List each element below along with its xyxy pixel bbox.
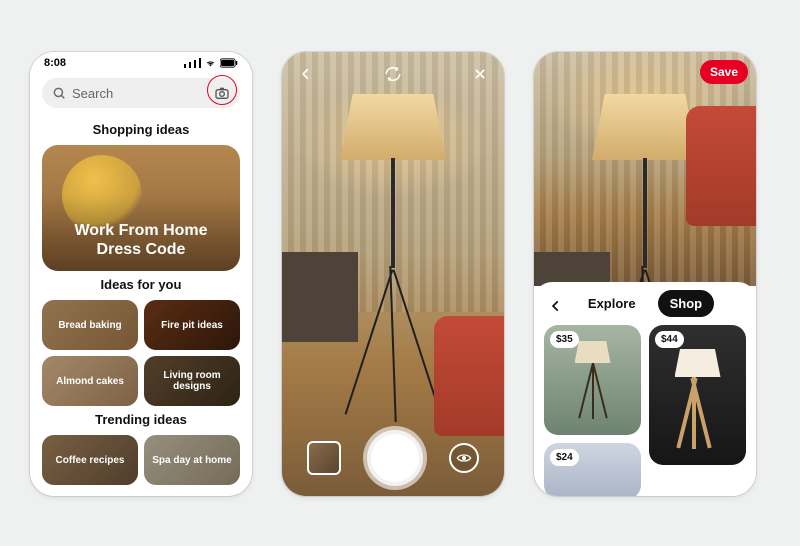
tab-shop[interactable]: Shop <box>658 290 715 317</box>
gallery-thumbnail[interactable] <box>307 441 341 475</box>
tile-label: Coffee recipes <box>52 455 129 466</box>
section-heading-shopping: Shopping ideas <box>42 122 240 137</box>
chevron-left-icon <box>549 299 563 313</box>
battery-icon <box>220 58 238 68</box>
close-icon <box>473 67 487 81</box>
lens-camera-button[interactable] <box>212 83 232 103</box>
search-input[interactable]: Search <box>72 86 206 101</box>
tile-label: Spa day at home <box>148 455 235 466</box>
price-badge: $24 <box>550 449 579 466</box>
price-badge: $44 <box>655 331 684 348</box>
idea-tile-living[interactable]: Living room designs <box>144 356 240 406</box>
tile-label: Almond cakes <box>52 376 128 387</box>
tile-label: Living room designs <box>144 370 240 392</box>
camera-icon <box>214 85 230 101</box>
search-bar[interactable]: Search <box>42 78 240 108</box>
lens-mode-button[interactable] <box>449 443 479 473</box>
hero-title: Work From Home Dress Code <box>54 222 228 259</box>
camera-top-bar <box>282 60 504 88</box>
screen-camera <box>282 52 504 496</box>
status-bar: 8:08 <box>30 52 252 74</box>
home-feed[interactable]: Shopping ideas Work From Home Dress Code… <box>30 116 252 494</box>
result-hero-image <box>534 52 756 286</box>
chevron-left-icon <box>299 67 313 81</box>
flip-camera-icon <box>384 65 402 83</box>
save-button[interactable]: Save <box>700 60 748 84</box>
status-icons <box>184 58 238 68</box>
shopping-hero-card[interactable]: Work From Home Dress Code <box>42 145 240 271</box>
section-heading-ideas: Ideas for you <box>42 277 240 292</box>
trend-tile-coffee[interactable]: Coffee recipes <box>42 435 138 485</box>
screen-home: 8:08 Search Shopping ideas Work From Hom… <box>30 52 252 496</box>
sheet-back-button[interactable] <box>544 294 568 318</box>
results-sheet[interactable]: Explore Shop $35 $44 $24 <box>534 282 756 496</box>
idea-tile-fire[interactable]: Fire pit ideas <box>144 300 240 350</box>
status-time: 8:08 <box>44 57 66 69</box>
idea-tile-bread[interactable]: Bread baking <box>42 300 138 350</box>
back-button[interactable] <box>292 60 320 88</box>
results-grid[interactable]: $35 $44 $24 <box>544 325 746 496</box>
segmented-control: Explore Shop <box>544 290 746 317</box>
section-heading-trending: Trending ideas <box>42 412 240 427</box>
camera-bottom-bar <box>282 430 504 486</box>
tile-label: Fire pit ideas <box>157 320 227 331</box>
search-icon <box>52 86 66 100</box>
wifi-icon <box>204 58 217 68</box>
price-badge: $35 <box>550 331 579 348</box>
result-tile[interactable]: $44 <box>649 325 746 465</box>
screen-results: Save Explore Shop $35 $44 $24 <box>534 52 756 496</box>
lamp-shade <box>340 94 446 160</box>
tab-explore[interactable]: Explore <box>576 290 648 317</box>
result-tile[interactable] <box>649 473 746 496</box>
result-tile[interactable]: $35 <box>544 325 641 435</box>
lens-icon <box>456 453 472 463</box>
close-button[interactable] <box>466 60 494 88</box>
result-tile[interactable]: $24 <box>544 443 641 496</box>
tile-label: Bread baking <box>54 320 125 331</box>
idea-tile-cake[interactable]: Almond cakes <box>42 356 138 406</box>
flip-camera-button[interactable] <box>379 60 407 88</box>
shutter-button[interactable] <box>367 430 423 486</box>
trend-tile-spa[interactable]: Spa day at home <box>144 435 240 485</box>
